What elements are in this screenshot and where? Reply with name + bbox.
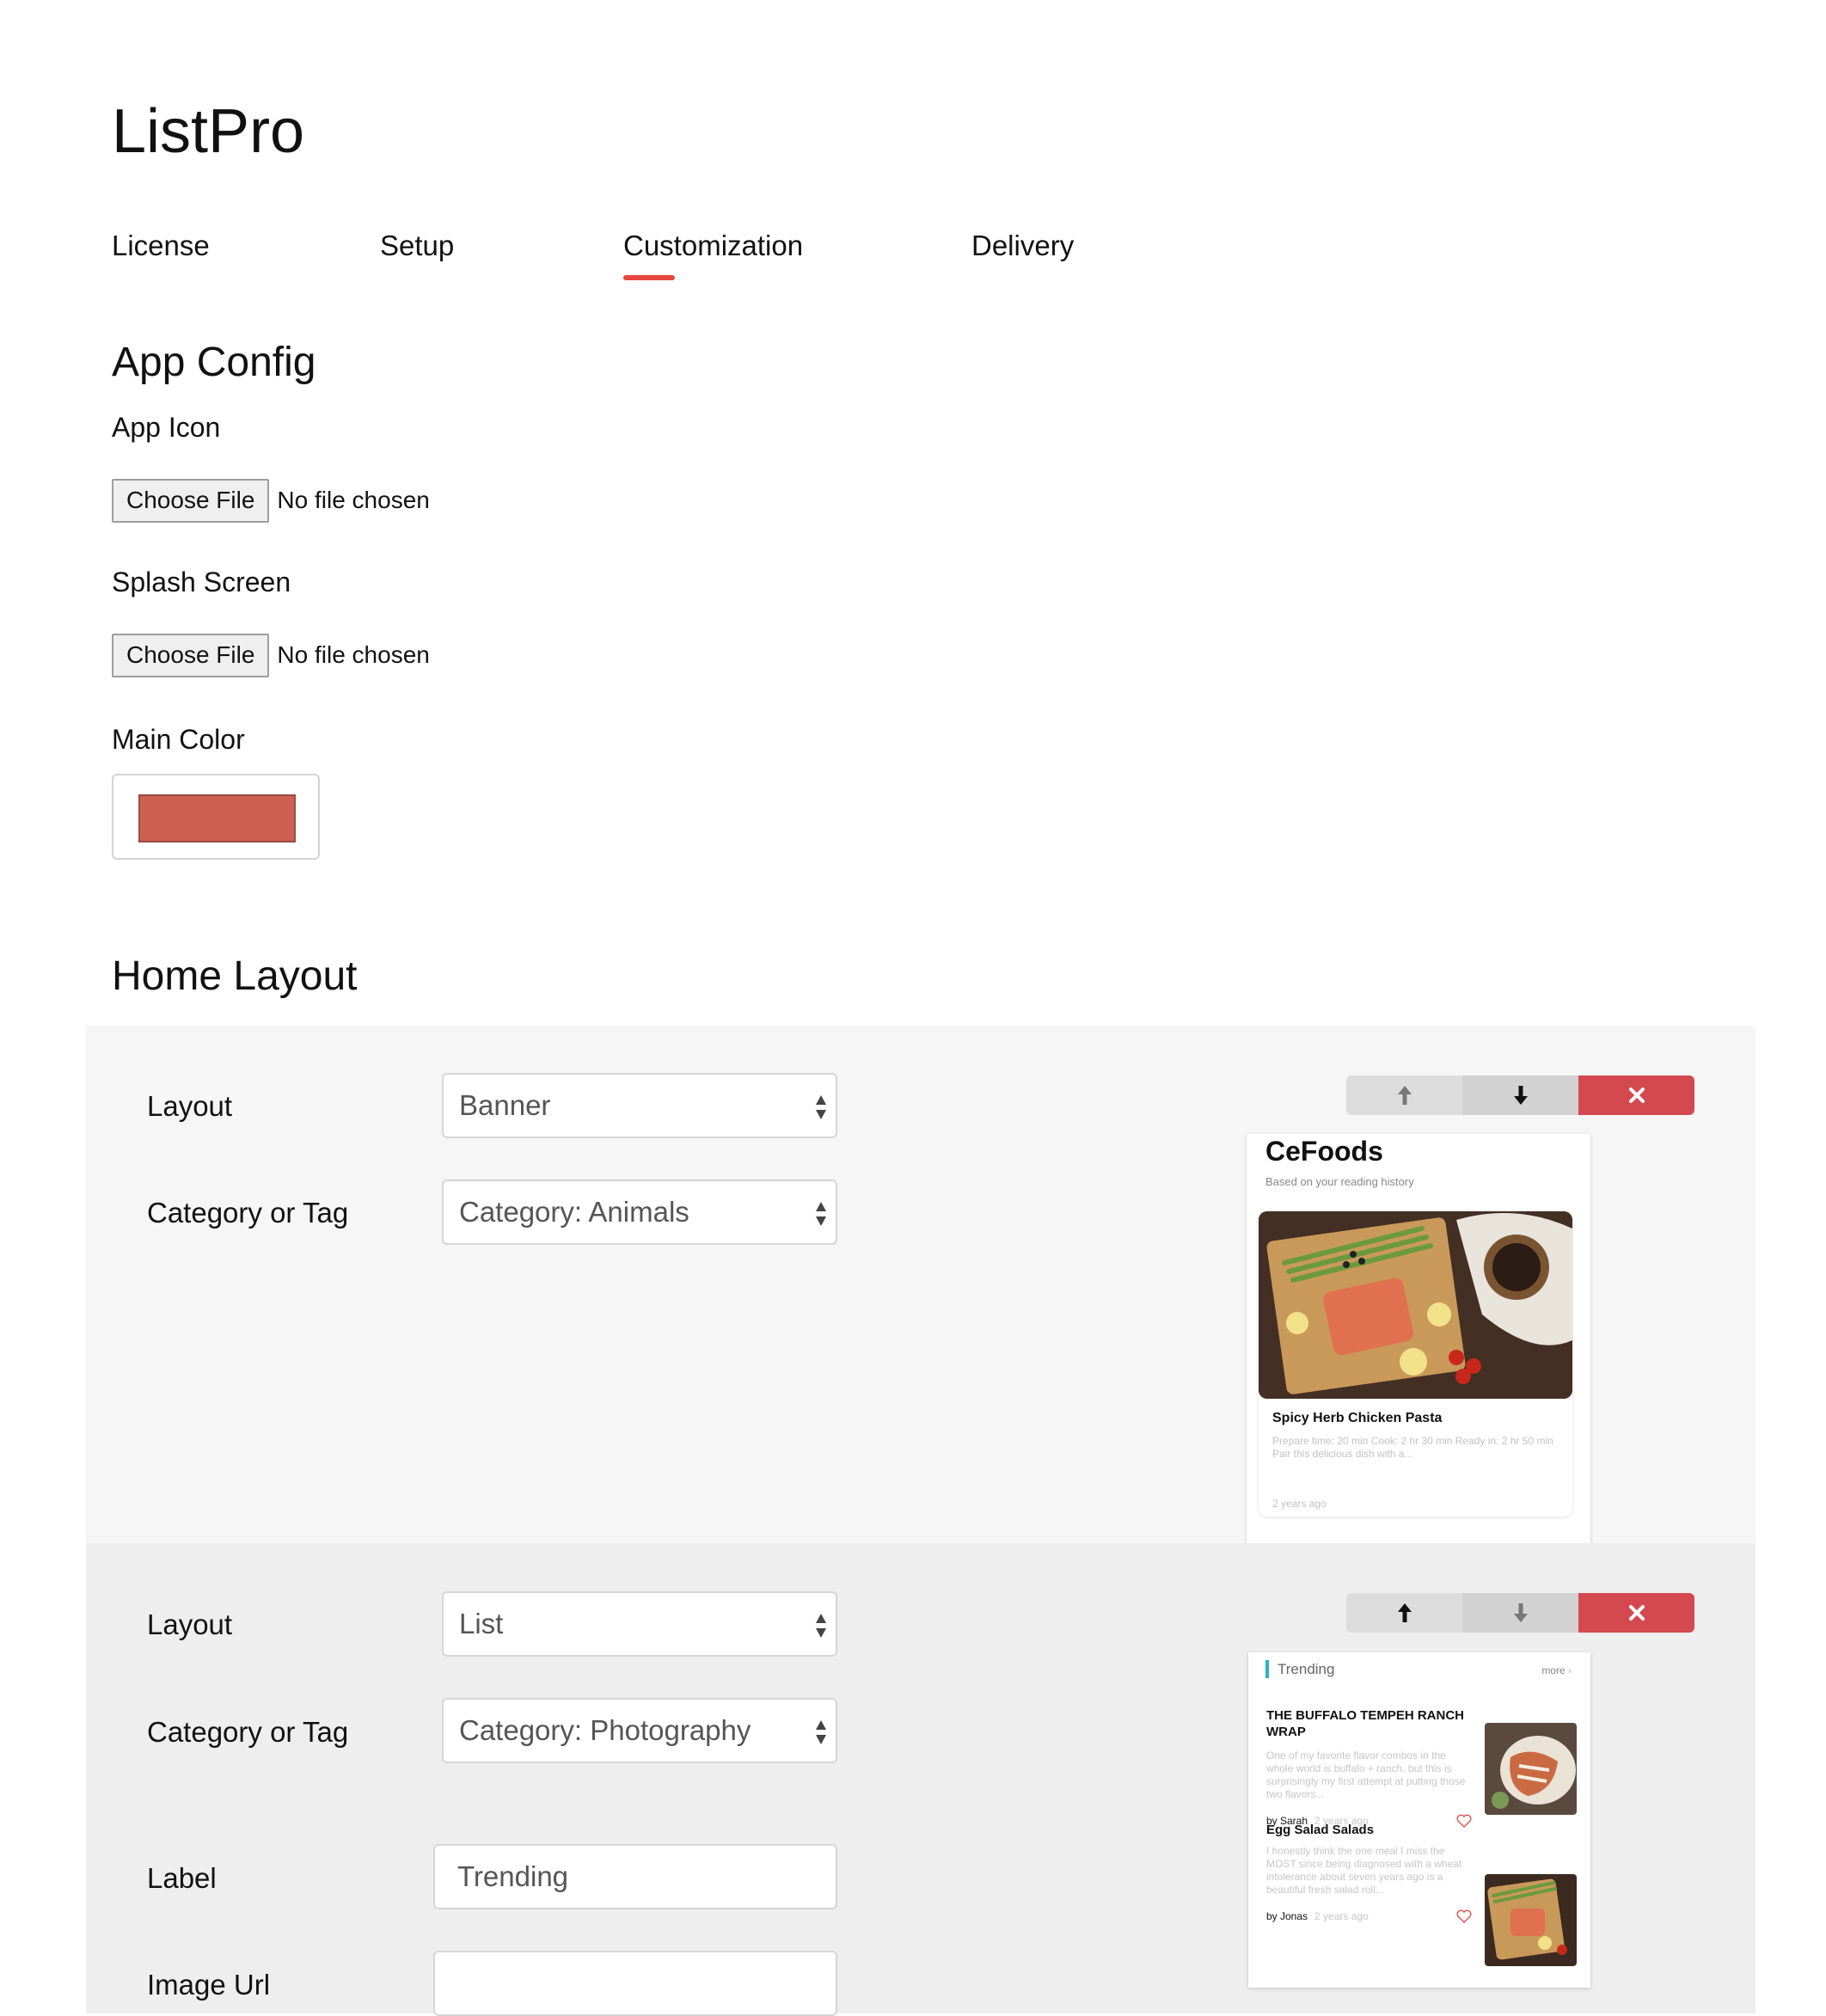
list-preview: Trending more › THE BUFFALO TEMPEH RANCH… [1248, 1652, 1590, 1988]
category-select[interactable]: Category: Photography [442, 1698, 837, 1763]
chevron-right-icon: › [1568, 1664, 1572, 1676]
select-arrows-icon [816, 1095, 826, 1119]
preview-card-time: 2 years ago [1272, 1498, 1327, 1510]
category-select[interactable]: Category: Animals [442, 1180, 837, 1245]
close-icon [1628, 1088, 1645, 1103]
tab-customization[interactable]: Customization [623, 228, 803, 264]
preview-app-title: CeFoods [1265, 1136, 1383, 1167]
app-icon-choose-file-button[interactable]: Choose File [112, 478, 270, 523]
arrow-up-icon [1397, 1086, 1412, 1105]
tab-setup[interactable]: Setup [380, 228, 454, 264]
layout-section-list: Layout List Category or Tag Category: Ph… [86, 1543, 1756, 2016]
move-down-button[interactable] [1462, 1075, 1578, 1115]
splash-screen-choose-file-button[interactable]: Choose File [112, 633, 270, 677]
preview-card: Spicy Herb Chicken Pasta Prepare time: 2… [1259, 1211, 1572, 1517]
home-layout-heading: Home Layout [112, 953, 358, 999]
layout-select[interactable]: Banner [442, 1073, 837, 1138]
tab-delivery[interactable]: Delivery [971, 228, 1074, 264]
preview-item-description: One of my favorite flavor combos in the … [1266, 1749, 1466, 1800]
move-up-button[interactable] [1346, 1075, 1462, 1115]
move-down-button[interactable] [1462, 1593, 1578, 1633]
preview-more-link: more › [1541, 1664, 1572, 1676]
arrow-down-icon [1513, 1603, 1528, 1622]
splash-screen-file-input: Choose File No file chosen [112, 633, 430, 677]
active-tab-indicator [623, 275, 675, 280]
move-up-button[interactable] [1346, 1593, 1462, 1633]
preview-item-thumbnail [1485, 1723, 1577, 1815]
preview-card-description: Prepare time: 20 min Cook: 2 hr 30 min R… [1272, 1435, 1553, 1460]
delete-section-button[interactable] [1578, 1593, 1694, 1633]
category-select-value: Category: Animals [459, 1196, 689, 1228]
category-select-value: Category: Photography [459, 1714, 751, 1746]
category-label: Category or Tag [147, 1197, 349, 1229]
trending-accent-bar [1265, 1660, 1269, 1678]
arrow-up-icon [1397, 1603, 1412, 1622]
label-field-label: Label [147, 1862, 217, 1894]
section-controls [1346, 1593, 1694, 1633]
preview-item-description: I honestly think the one meal I miss the… [1266, 1845, 1462, 1896]
layout-section-banner: Layout Banner Category or Tag Category: … [86, 1026, 1756, 1544]
main-color-label: Main Color [112, 724, 245, 755]
image-url-label: Image Url [147, 1969, 271, 2001]
heart-icon [1456, 1909, 1472, 1923]
preview-food-image [1259, 1211, 1572, 1399]
section-controls [1346, 1075, 1694, 1115]
app-icon-file-status: No file chosen [277, 487, 430, 513]
tab-license[interactable]: License [112, 228, 210, 264]
splash-screen-label: Splash Screen [112, 567, 291, 597]
select-arrows-icon [816, 1202, 826, 1226]
splash-screen-file-status: No file chosen [277, 641, 430, 668]
close-icon [1628, 1605, 1645, 1621]
main-color-picker[interactable] [112, 774, 320, 860]
preview-card-title: Spicy Herb Chicken Pasta [1272, 1411, 1443, 1425]
layout-label: Layout [147, 1090, 233, 1122]
app-icon-label: App Icon [112, 412, 221, 443]
delete-section-button[interactable] [1578, 1075, 1694, 1115]
banner-preview: CeFoods Based on your reading history Sp… [1247, 1134, 1590, 1544]
preview-section-label: Trending [1278, 1661, 1335, 1677]
app-icon-file-input: Choose File No file chosen [112, 478, 430, 523]
layout-label: Layout [147, 1609, 233, 1640]
main-color-swatch [138, 794, 296, 843]
app-config-heading: App Config [112, 340, 316, 385]
layout-select-value: List [459, 1608, 504, 1639]
preview-item-title: THE BUFFALO TEMPEH RANCH WRAP [1266, 1708, 1464, 1739]
preview-item-meta: by Jonas 2 years ago [1266, 1910, 1369, 1922]
select-arrows-icon [816, 1720, 826, 1744]
preview-item-thumbnail [1485, 1874, 1577, 1966]
arrow-down-icon [1513, 1086, 1528, 1105]
category-label: Category or Tag [147, 1716, 349, 1748]
label-input[interactable]: Trending [433, 1844, 837, 1909]
layout-select-value: Banner [459, 1089, 551, 1121]
layout-select[interactable]: List [442, 1591, 837, 1657]
app-title: ListPro [112, 97, 305, 166]
select-arrows-icon [816, 1614, 826, 1638]
image-url-input[interactable] [433, 1951, 837, 2016]
preview-subtitle: Based on your reading history [1265, 1175, 1414, 1188]
preview-item-title: Egg Salad Salads [1266, 1823, 1375, 1837]
label-input-value: Trending [457, 1860, 569, 1892]
